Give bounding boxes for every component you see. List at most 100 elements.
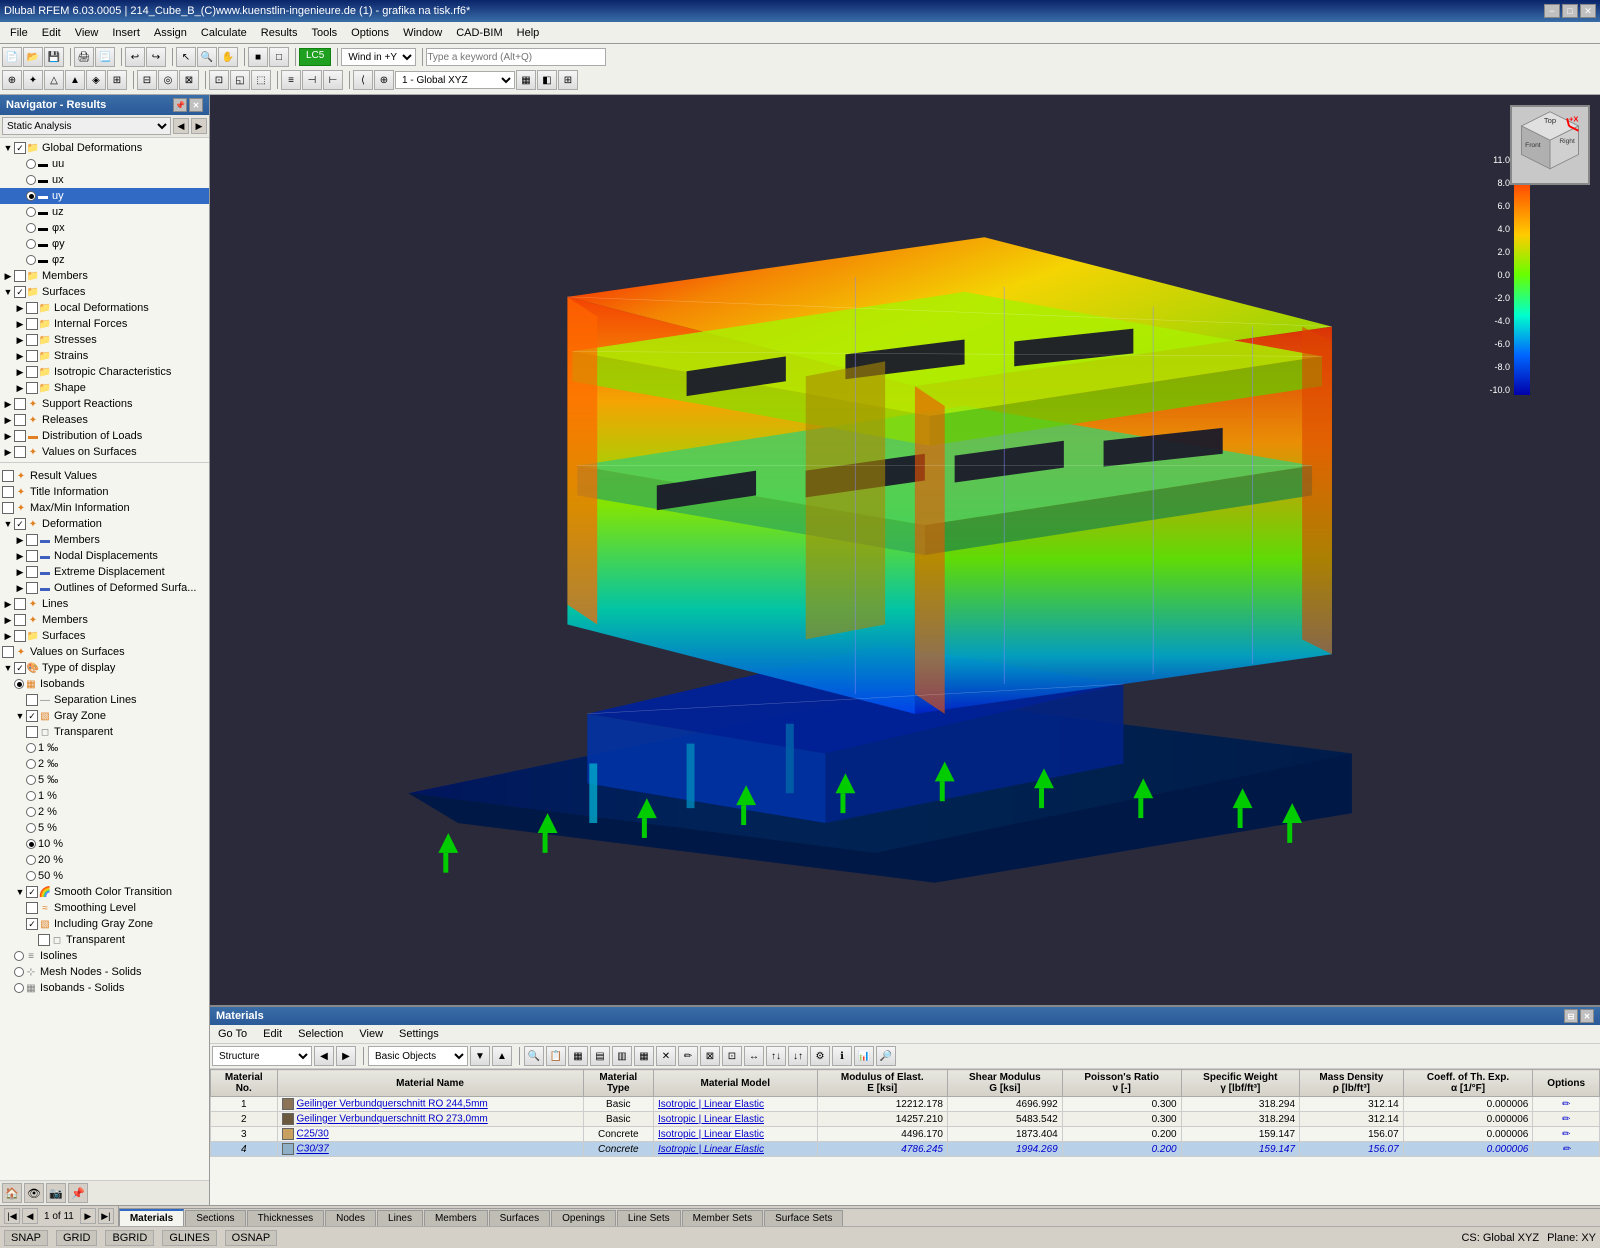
tb2-10[interactable]: ⊡ [209, 70, 229, 90]
tree-item-val-surfaces[interactable]: ▶ ✦ Values on Surfaces [0, 444, 209, 460]
tab-surface-sets[interactable]: Surface Sets [764, 1210, 843, 1226]
panel-tb-deselect[interactable]: ⊡ [722, 1046, 742, 1066]
tab-nodes[interactable]: Nodes [325, 1210, 376, 1226]
menu-help[interactable]: Help [511, 25, 546, 41]
check-internal[interactable] [26, 318, 38, 330]
tb-wind-combo[interactable]: Wind in +Y [341, 48, 416, 66]
tb2-9[interactable]: ⊠ [179, 70, 199, 90]
panel-tb-search[interactable]: 🔎 [876, 1046, 896, 1066]
panel-tb-info[interactable]: ℹ [832, 1046, 852, 1066]
tree-item-title-info[interactable]: ✦ Title Information [0, 484, 209, 500]
tb-open[interactable]: 📂 [23, 47, 43, 67]
tb2-2[interactable]: ✦ [23, 70, 43, 90]
panel-structure-combo[interactable]: Structure [212, 1046, 312, 1066]
status-grid[interactable]: GRID [56, 1230, 98, 1246]
menu-options[interactable]: Options [345, 25, 395, 41]
tree-item-2ppm[interactable]: 2 ‰ [0, 756, 209, 772]
check-surfaces-sect[interactable] [14, 630, 26, 642]
radio-2ppm[interactable] [26, 759, 36, 769]
tb-undo[interactable]: ↩ [125, 47, 145, 67]
radio-phiz[interactable] [26, 255, 36, 265]
cell-mat-name-2[interactable]: C25/30 [277, 1127, 583, 1142]
tree-item-surfaces[interactable]: ▼ ✓ 📁 Surfaces [0, 284, 209, 300]
tb2-5[interactable]: ◈ [86, 70, 106, 90]
cell-mat-model-3[interactable]: Isotropic | Linear Elastic [654, 1142, 817, 1157]
check-global-def[interactable]: ✓ [14, 142, 26, 154]
tree-item-transparent2[interactable]: ◻ Transparent [0, 932, 209, 948]
tb2-19[interactable]: ◧ [537, 70, 557, 90]
check-local-def[interactable] [26, 302, 38, 314]
check-title-info[interactable] [2, 486, 14, 498]
check-shape[interactable] [26, 382, 38, 394]
panel-tb-col3[interactable]: ▦ [634, 1046, 654, 1066]
check-maxmin[interactable] [2, 502, 14, 514]
cell-options-0[interactable]: ✏ [1533, 1097, 1600, 1112]
tree-item-result-values[interactable]: ✦ Result Values [0, 468, 209, 484]
check-stresses[interactable] [26, 334, 38, 346]
radio-phiy[interactable] [26, 239, 36, 249]
tree-item-internal-forces[interactable]: ▶ 📁 Internal Forces [0, 316, 209, 332]
radio-50pct[interactable] [26, 871, 36, 881]
minimize-button[interactable]: − [1544, 4, 1560, 18]
tab-thicknesses[interactable]: Thicknesses [247, 1210, 325, 1226]
tb-redo[interactable]: ↪ [146, 47, 166, 67]
check-releases[interactable] [14, 414, 26, 426]
viewport[interactable]: 11.0 8.0 6.0 4.0 2.0 0.0 -2.0 -4.0 -6.0 … [210, 95, 1600, 1005]
tree-item-isotropic[interactable]: ▶ 📁 Isotropic Characteristics [0, 364, 209, 380]
menu-insert[interactable]: Insert [106, 25, 146, 41]
tb2-8[interactable]: ◎ [158, 70, 178, 90]
page-first[interactable]: |◀ [4, 1208, 20, 1224]
panel-tb-filter[interactable]: 🔍 [524, 1046, 544, 1066]
tab-surfaces[interactable]: Surfaces [489, 1210, 550, 1226]
check-val-surf2[interactable] [2, 646, 14, 658]
nav-next-btn[interactable]: ▶ [191, 118, 207, 134]
tb2-view-combo[interactable]: 1 - Global XYZ [395, 71, 515, 89]
check-deformation[interactable]: ✓ [14, 518, 26, 530]
tb2-11[interactable]: ◱ [230, 70, 250, 90]
tb2-13[interactable]: ≡ [281, 70, 301, 90]
tb2-3[interactable]: △ [44, 70, 64, 90]
tree-item-isolines[interactable]: ≡ Isolines [0, 948, 209, 964]
nav-pin-btn[interactable]: 📌 [173, 98, 187, 112]
panel-tb-col2[interactable]: ▥ [612, 1046, 632, 1066]
menu-file[interactable]: File [4, 25, 34, 41]
panel-float-btn[interactable]: ⊟ [1564, 1009, 1578, 1023]
tb2-14[interactable]: ⊣ [302, 70, 322, 90]
tab-materials[interactable]: Materials [119, 1209, 184, 1226]
radio-isobands-solids[interactable] [14, 983, 24, 993]
panel-menu-edit[interactable]: Edit [259, 1027, 286, 1041]
radio-isolines[interactable] [14, 951, 24, 961]
tree-item-nodal-disp[interactable]: ▶ ▬ Nodal Displacements [0, 548, 209, 564]
tb2-7[interactable]: ⊟ [137, 70, 157, 90]
panel-tb-select-all[interactable]: ⊠ [700, 1046, 720, 1066]
tree-item-local-def[interactable]: ▶ 📁 Local Deformations [0, 300, 209, 316]
close-button[interactable]: ✕ [1580, 4, 1596, 18]
tb-print2[interactable]: 📃 [95, 47, 115, 67]
tb-render[interactable]: ■ [248, 47, 268, 67]
tab-line-sets[interactable]: Line Sets [617, 1210, 681, 1226]
check-smoothing[interactable] [26, 902, 38, 914]
tb2-18[interactable]: ▦ [516, 70, 536, 90]
nav-prev-btn[interactable]: ◀ [173, 118, 189, 134]
panel-menu-view[interactable]: View [355, 1027, 387, 1041]
menu-calculate[interactable]: Calculate [195, 25, 253, 41]
tree-item-uy[interactable]: ▬ uy [0, 188, 209, 204]
page-prev[interactable]: ◀ [22, 1208, 38, 1224]
tree-item-gray-zone[interactable]: ▼ ✓ ▧ Gray Zone [0, 708, 209, 724]
tree-item-members[interactable]: ▶ 📁 Members [0, 268, 209, 284]
tree-item-type-display[interactable]: ▼ ✓ 🎨 Type of display [0, 660, 209, 676]
tree-item-isobands-solids[interactable]: ▦ Isobands - Solids [0, 980, 209, 996]
check-incl-gray[interactable]: ✓ [26, 918, 38, 930]
panel-basic-combo[interactable]: Basic Objects [368, 1046, 468, 1066]
menu-view[interactable]: View [69, 25, 105, 41]
panel-menu-settings[interactable]: Settings [395, 1027, 443, 1041]
tree-item-stresses[interactable]: ▶ 📁 Stresses [0, 332, 209, 348]
check-isotropic[interactable] [26, 366, 38, 378]
radio-phix[interactable] [26, 223, 36, 233]
tree-item-lines-sect[interactable]: ▶ ✦ Lines [0, 596, 209, 612]
panel-tb-settings[interactable]: ⚙ [810, 1046, 830, 1066]
tree-item-surfaces-sect[interactable]: ▶ 📁 Surfaces [0, 628, 209, 644]
radio-20pct[interactable] [26, 855, 36, 865]
nav-bot-pin[interactable]: 📌 [68, 1183, 88, 1203]
tree-item-isobands[interactable]: ▦ Isobands [0, 676, 209, 692]
